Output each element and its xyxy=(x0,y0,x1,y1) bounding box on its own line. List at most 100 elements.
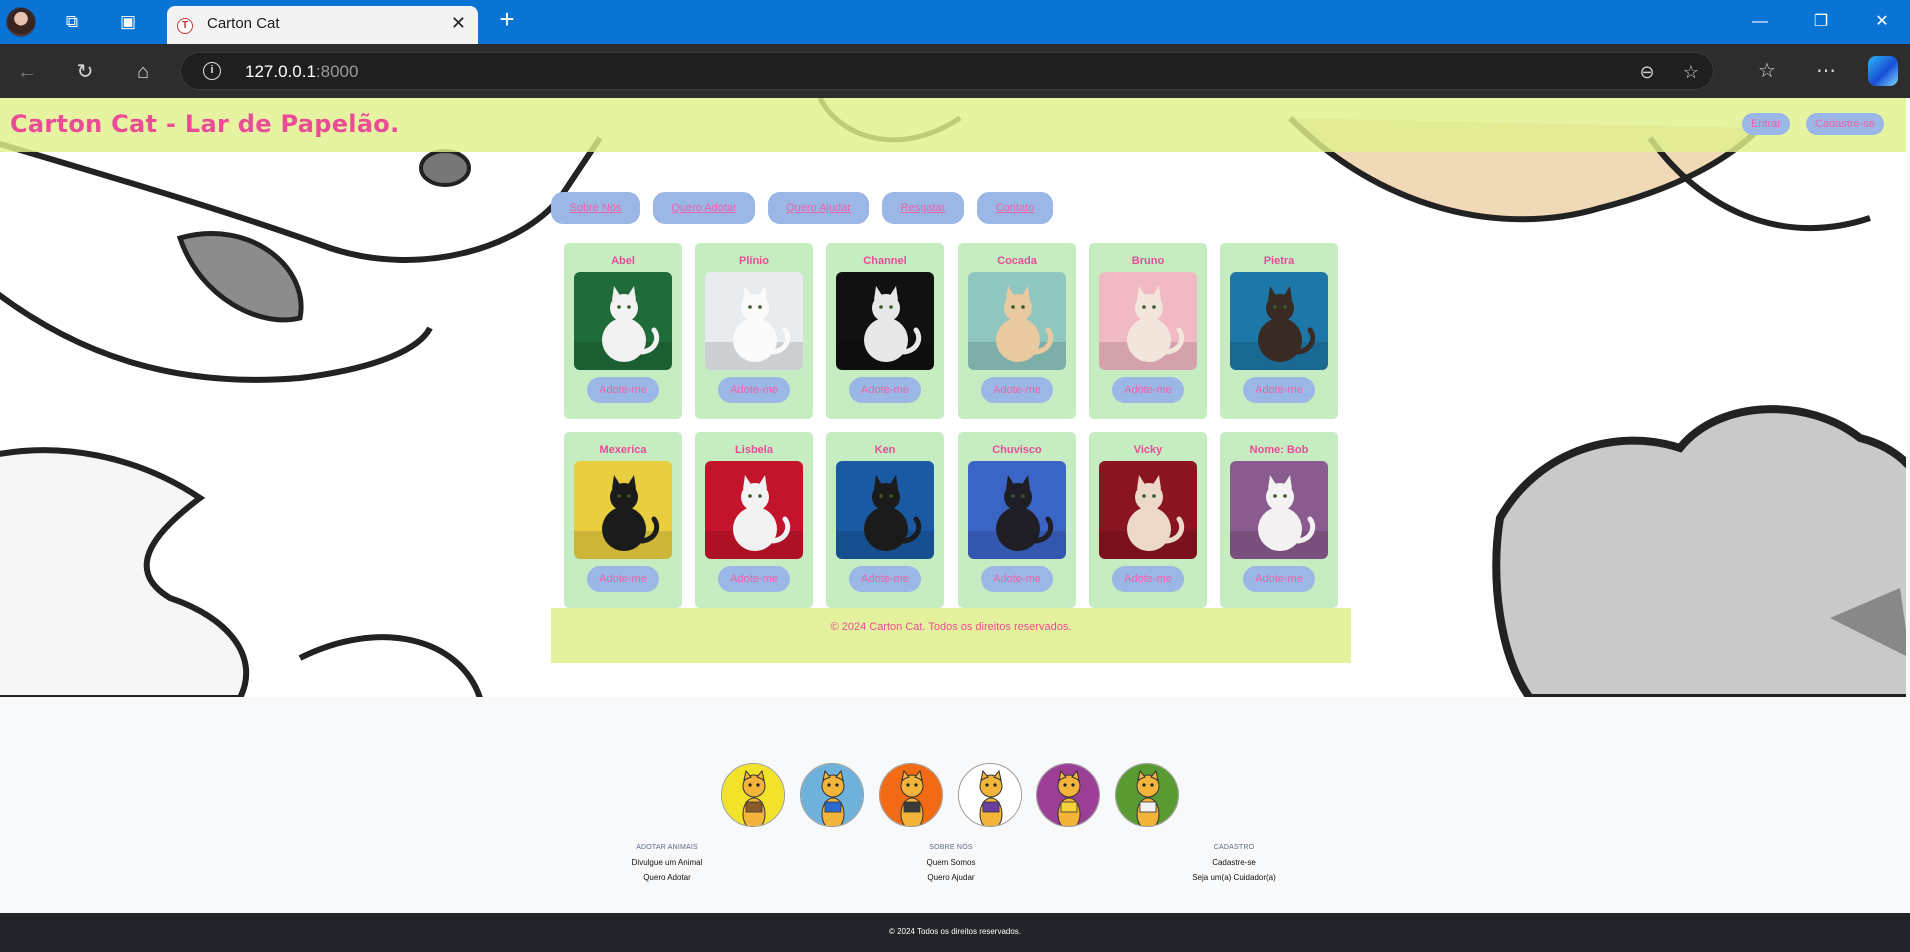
character-avatar-art xyxy=(801,764,863,826)
menu-quero-adotar[interactable]: Quero Adotar xyxy=(653,192,755,224)
more-menu-icon[interactable]: ⋯ xyxy=(1813,58,1839,84)
close-window-icon[interactable]: ✕ xyxy=(1867,8,1897,36)
cat-photo-art xyxy=(574,461,672,559)
address-bar[interactable]: i 127.0.0.1:8000 ⊖ ☆ xyxy=(180,52,1714,90)
cat-photo-art xyxy=(1099,461,1197,559)
footer-link-quem-somos[interactable]: Quem Somos xyxy=(851,859,1051,867)
cat-photo-art xyxy=(705,461,803,559)
tab-title: Carton Cat xyxy=(207,15,280,32)
menu-quero-ajudar[interactable]: Quero Ajudar xyxy=(768,192,869,224)
cat-photo-art xyxy=(1230,461,1328,559)
cat-photo xyxy=(968,461,1066,559)
cat-card: Chuvisco Adote-me xyxy=(958,432,1076,608)
tab-favicon-icon: T xyxy=(177,18,193,34)
footer-link-cadastre-se[interactable]: Cadastre-se xyxy=(1134,859,1334,867)
bottom-copyright: © 2024 Todos os direitos reservados. xyxy=(888,927,1022,936)
adopt-button[interactable]: Adote-me xyxy=(587,377,659,403)
cat-name: Cocada xyxy=(997,255,1037,267)
adopt-button[interactable]: Adote-me xyxy=(718,377,790,403)
address-host: 127.0.0.1 xyxy=(245,62,316,81)
cat-name: Mexerica xyxy=(599,444,647,456)
cat-name: Chuvisco xyxy=(992,444,1042,456)
footer-column-sobre: SOBRE NÓS Quem Somos Quero Ajudar xyxy=(851,844,1051,882)
cat-name: Pietra xyxy=(1263,255,1295,267)
profile-avatar[interactable] xyxy=(6,7,36,37)
adopt-button[interactable]: Adote-me xyxy=(849,377,921,403)
adopt-button[interactable]: Adote-me xyxy=(981,566,1053,592)
home-icon[interactable]: ⌂ xyxy=(130,59,156,85)
workspaces-icon[interactable]: ⧉ xyxy=(61,11,83,33)
adopt-button[interactable]: Adote-me xyxy=(1243,566,1315,592)
browser-tab[interactable]: T Carton Cat ✕ xyxy=(167,6,478,44)
hero-background: Carton Cat - Lar de Papelão. Entrar Cada… xyxy=(0,98,1906,697)
cat-photo xyxy=(968,272,1066,370)
signup-button[interactable]: Cadastre-se xyxy=(1806,113,1884,135)
browser-navbar: ← ↻ ⌂ i 127.0.0.1:8000 ⊖ ☆ ☆ ⋯ xyxy=(0,44,1910,98)
cat-name: Bruno xyxy=(1131,255,1165,267)
adopt-button[interactable]: Adote-me xyxy=(981,377,1053,403)
cat-photo-art xyxy=(836,272,934,370)
tab-actions-icon[interactable]: ▣ xyxy=(117,11,139,33)
cat-card: Pietra Adote-me xyxy=(1220,243,1338,419)
new-tab-icon[interactable]: + xyxy=(494,6,520,32)
character-avatar[interactable] xyxy=(721,763,785,827)
adopt-button[interactable]: Adote-me xyxy=(718,566,790,592)
footer-heading: CADASTRO xyxy=(1213,844,1255,851)
character-avatar[interactable] xyxy=(800,763,864,827)
character-avatar[interactable] xyxy=(958,763,1022,827)
minimize-icon[interactable]: — xyxy=(1745,8,1775,36)
character-avatar[interactable] xyxy=(879,763,943,827)
site-info-icon[interactable]: i xyxy=(203,62,221,80)
footer-link-quero-ajudar[interactable]: Quero Ajudar xyxy=(851,874,1051,882)
footer-link-cuidador[interactable]: Seja um(a) Cuidador(a) xyxy=(1134,874,1334,882)
copilot-icon[interactable] xyxy=(1868,56,1898,86)
cat-card: Nome: Bob Adote-me xyxy=(1220,432,1338,608)
cat-photo-art xyxy=(968,461,1066,559)
restore-icon[interactable]: ❐ xyxy=(1806,8,1836,36)
footer-link-divulgue[interactable]: Divulgue um Animal xyxy=(567,859,767,867)
cat-photo xyxy=(705,272,803,370)
character-avatar[interactable] xyxy=(1036,763,1100,827)
tab-close-icon[interactable]: ✕ xyxy=(451,13,466,34)
refresh-icon[interactable]: ↻ xyxy=(72,59,98,85)
cat-card: Ken Adote-me xyxy=(826,432,944,608)
adopt-button[interactable]: Adote-me xyxy=(1243,377,1315,403)
cat-card: Bruno Adote-me xyxy=(1089,243,1207,419)
adopt-button[interactable]: Adote-me xyxy=(849,566,921,592)
menu-contato[interactable]: Contato xyxy=(977,192,1053,224)
bottom-bar: © 2024 Todos os direitos reservados. xyxy=(0,913,1910,952)
cat-photo xyxy=(574,272,672,370)
site-title: Carton Cat - Lar de Papelão. xyxy=(10,110,400,138)
adopt-button[interactable]: Adote-me xyxy=(1112,566,1184,592)
favorite-star-icon[interactable]: ☆ xyxy=(1680,61,1702,83)
character-avatar-art xyxy=(1037,764,1099,826)
cat-photo-art xyxy=(574,272,672,370)
address-port: :8000 xyxy=(315,62,359,81)
character-avatar-art xyxy=(722,764,784,826)
adopt-button[interactable]: Adote-me xyxy=(587,566,659,592)
adopt-button[interactable]: Adote-me xyxy=(1112,377,1184,403)
character-avatar[interactable] xyxy=(1115,763,1179,827)
cat-name: Channel xyxy=(863,255,907,267)
character-avatar-art xyxy=(1116,764,1178,826)
footer-link-quero-adotar[interactable]: Quero Adotar xyxy=(567,874,767,882)
page-viewport: Carton Cat - Lar de Papelão. Entrar Cada… xyxy=(0,98,1910,952)
site-header: Carton Cat - Lar de Papelão. Entrar Cada… xyxy=(0,98,1906,152)
cat-card: Channel Adote-me xyxy=(826,243,944,419)
zoom-out-icon[interactable]: ⊖ xyxy=(1636,61,1658,83)
menu-resgatar[interactable]: Resgatar xyxy=(882,192,964,224)
cat-photo-art xyxy=(836,461,934,559)
cat-card: Cocada Adote-me xyxy=(958,243,1076,419)
cat-name: Lisbela xyxy=(735,444,773,456)
cat-photo xyxy=(705,461,803,559)
footer-heading: SOBRE NÓS xyxy=(929,844,973,851)
cat-photo-art xyxy=(968,272,1066,370)
favorites-icon[interactable]: ☆ xyxy=(1754,58,1780,84)
back-icon[interactable]: ← xyxy=(14,59,40,85)
address-text: 127.0.0.1:8000 xyxy=(245,62,358,82)
login-button[interactable]: Entrar xyxy=(1742,113,1790,135)
menu-sobre-nos[interactable]: Sobre Nós xyxy=(551,192,640,224)
cat-name: Abel xyxy=(611,255,635,267)
cat-photo xyxy=(836,461,934,559)
cat-card: Lisbela Adote-me xyxy=(695,432,813,608)
